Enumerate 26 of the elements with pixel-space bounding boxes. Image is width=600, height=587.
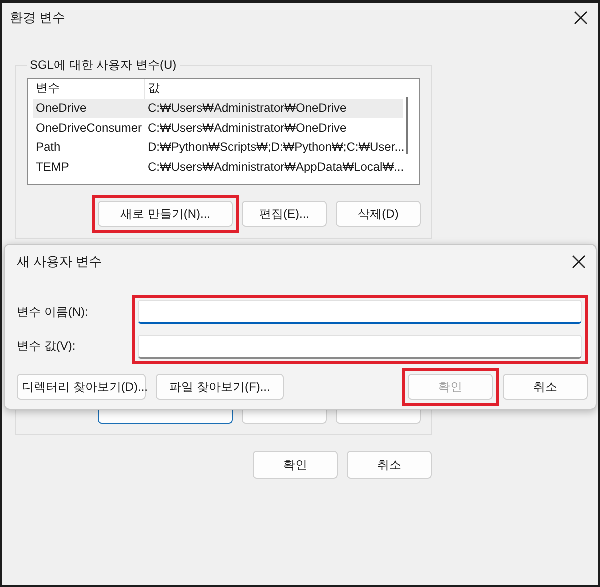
list-row[interactable]: OneDrive C:₩Users₩Administrator₩OneDrive	[33, 98, 403, 118]
column-header[interactable]: 값	[145, 79, 403, 98]
browse-button[interactable]: 파일 찾아보기(F)...	[156, 374, 284, 400]
variable-name: Path	[35, 140, 62, 154]
browse-button[interactable]: 디렉터리 찾아보기(D)...	[17, 374, 146, 400]
dialog-button[interactable]: 삭제(D)	[336, 201, 421, 227]
variable-value: C:₩Users₩Administrator₩OneDrive	[147, 120, 348, 135]
field-label: 변수 값(V):	[17, 338, 77, 356]
variable-value: C:₩Users₩Administrator₩AppData₩Local₩...	[147, 160, 404, 174]
variable-name: OneDrive	[35, 101, 88, 116]
variable-name: OneDriveConsumer	[35, 120, 144, 135]
cancel-button[interactable]: 취소	[347, 451, 432, 479]
ok-button[interactable]: 확인	[253, 451, 338, 479]
variable-name: TEMP	[35, 160, 70, 174]
field-label: 변수 이름(N):	[17, 304, 90, 321]
list-row[interactable]: OneDriveConsumer C:₩Users₩Administrator₩OneDrive	[33, 118, 403, 138]
dialog-button[interactable]: 새로 만들기(N)...	[98, 201, 233, 227]
group-label: SGL에 대한 사용자 변수(U)	[29, 57, 178, 74]
dialog-button[interactable]: 편집(E)...	[242, 201, 327, 227]
window-title: 환경 변수	[10, 9, 66, 27]
variable-value: D:₩Python₩Scripts₩;D:₩Python₩;C:₩User...	[147, 140, 405, 154]
list-row[interactable]: Path D:₩Python₩Scripts₩;D:₩Python₩;C:₩User...	[33, 138, 403, 157]
variable-value: C:₩Users₩Administrator₩OneDrive	[147, 101, 348, 116]
list-row[interactable]: TEMP C:₩Users₩Administrator₩AppData₩Local₩...	[33, 157, 403, 176]
dialog-title: 새 사용자 변수	[17, 253, 102, 271]
cancel-button[interactable]: 취소	[503, 374, 588, 400]
